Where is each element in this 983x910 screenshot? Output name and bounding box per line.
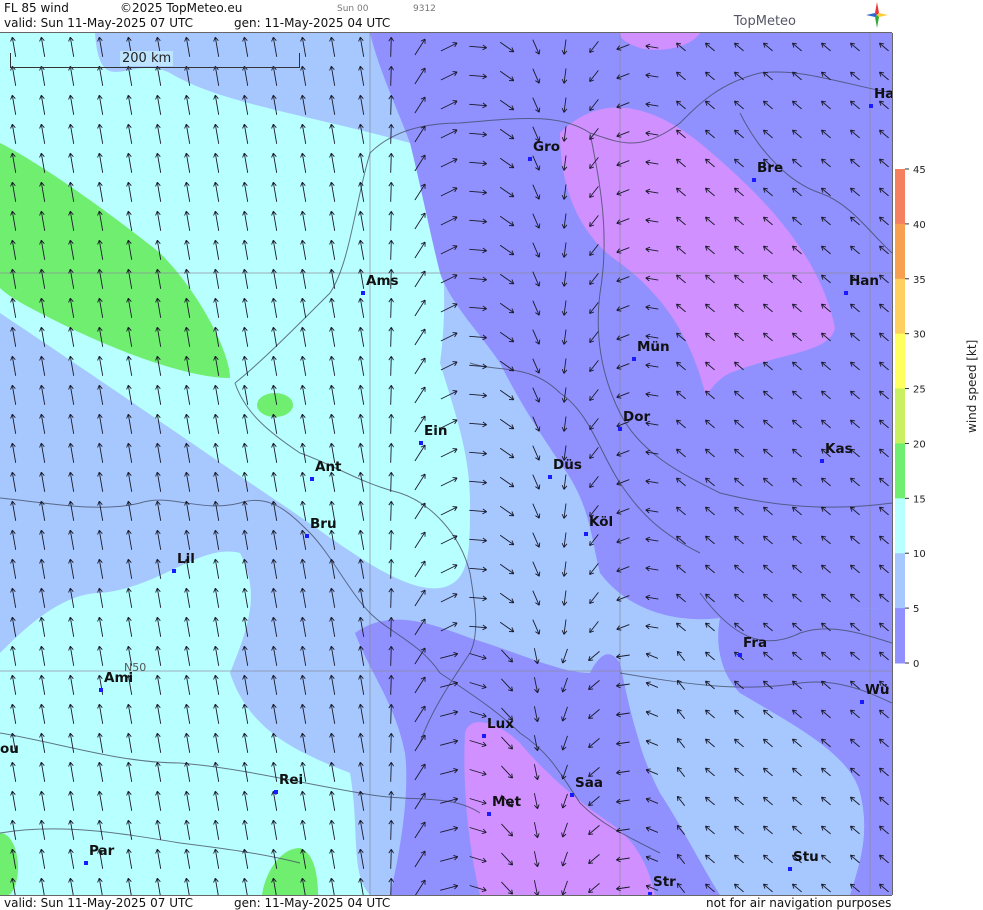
- legend-swatch: [895, 169, 905, 225]
- legend-tick-label: 20: [913, 439, 926, 450]
- city-dot: [820, 459, 824, 463]
- legend-swatch: [895, 553, 905, 609]
- legend-tick-label: 35: [913, 275, 926, 286]
- product-title: FL 85 wind: [4, 1, 69, 15]
- valid-time: valid: Sun 11-May-2025 07 UTC: [4, 16, 193, 30]
- disclaimer: not for air navigation purposes: [706, 896, 892, 910]
- run-label: Sun 00: [337, 4, 369, 14]
- footer-valid-time: valid: Sun 11-May-2025 07 UTC: [4, 896, 193, 910]
- legend-tick-label: 0: [913, 659, 919, 670]
- city-dot: [844, 291, 848, 295]
- city-dot: [632, 357, 636, 361]
- city-dot: [361, 291, 365, 295]
- city-dot: [305, 534, 309, 538]
- city-dot: [310, 477, 314, 481]
- footer-bar: valid: Sun 11-May-2025 07 UTC gen: 11-Ma…: [0, 895, 892, 910]
- legend-swatch: [895, 388, 905, 444]
- logo-text: TopMeteo: [733, 14, 796, 29]
- legend-tick-label: 15: [913, 494, 926, 505]
- legend-swatch: [895, 278, 905, 335]
- city-dot: [528, 157, 532, 161]
- city-dot: [752, 178, 756, 182]
- compass-icon: [866, 2, 888, 28]
- header-bar: FL 85 wind ©2025 TopMeteo.eu Sun 00 9312…: [0, 0, 892, 33]
- city-dot: [570, 793, 574, 797]
- city-dot: [99, 688, 103, 692]
- legend-tick-label: 45: [913, 165, 926, 176]
- scale-label: 200 km: [120, 51, 174, 66]
- legend-colorbar: 45 40 35 30 25 20 15 10 5 0: [895, 165, 926, 670]
- city-dot: [84, 861, 88, 865]
- legend-title: wind speed [kt]: [965, 339, 979, 433]
- city-dot: [738, 653, 742, 657]
- city-dot: [788, 867, 792, 871]
- legend-tick-label: 25: [913, 385, 926, 396]
- wind-map[interactable]: 200 km N50 Gro Bre Ha Ams Han Mün Ein Do…: [0, 33, 893, 895]
- city-dot: [869, 104, 873, 108]
- legend-swatch: [895, 498, 905, 554]
- legend-tick-label: 5: [913, 604, 919, 615]
- city-dot: [274, 790, 278, 794]
- city-dot: [860, 700, 864, 704]
- wind-speed-legend: 45 40 35 30 25 20 15 10 5 0 wind speed [kt]: [893, 33, 983, 895]
- legend-tick-label: 10: [913, 549, 926, 560]
- legend-swatch: [895, 608, 905, 664]
- city-dot: [419, 441, 423, 445]
- city-dot: [548, 475, 552, 479]
- generated-time: gen: 11-May-2025 04 UTC: [234, 16, 391, 30]
- city-dot: [584, 532, 588, 536]
- legend-swatch: [895, 333, 905, 390]
- legend-swatch: [895, 443, 905, 499]
- footer-generated-time: gen: 11-May-2025 04 UTC: [234, 896, 391, 910]
- city-dot: [172, 569, 176, 573]
- city-dot: [482, 734, 486, 738]
- run-code: 9312: [413, 4, 436, 14]
- city-dot: [487, 812, 491, 816]
- legend-tick-label: 30: [913, 330, 926, 341]
- legend-swatch: [895, 223, 905, 280]
- city-dot: [618, 427, 622, 431]
- legend-tick-label: 40: [913, 220, 926, 231]
- copyright: ©2025 TopMeteo.eu: [120, 1, 243, 15]
